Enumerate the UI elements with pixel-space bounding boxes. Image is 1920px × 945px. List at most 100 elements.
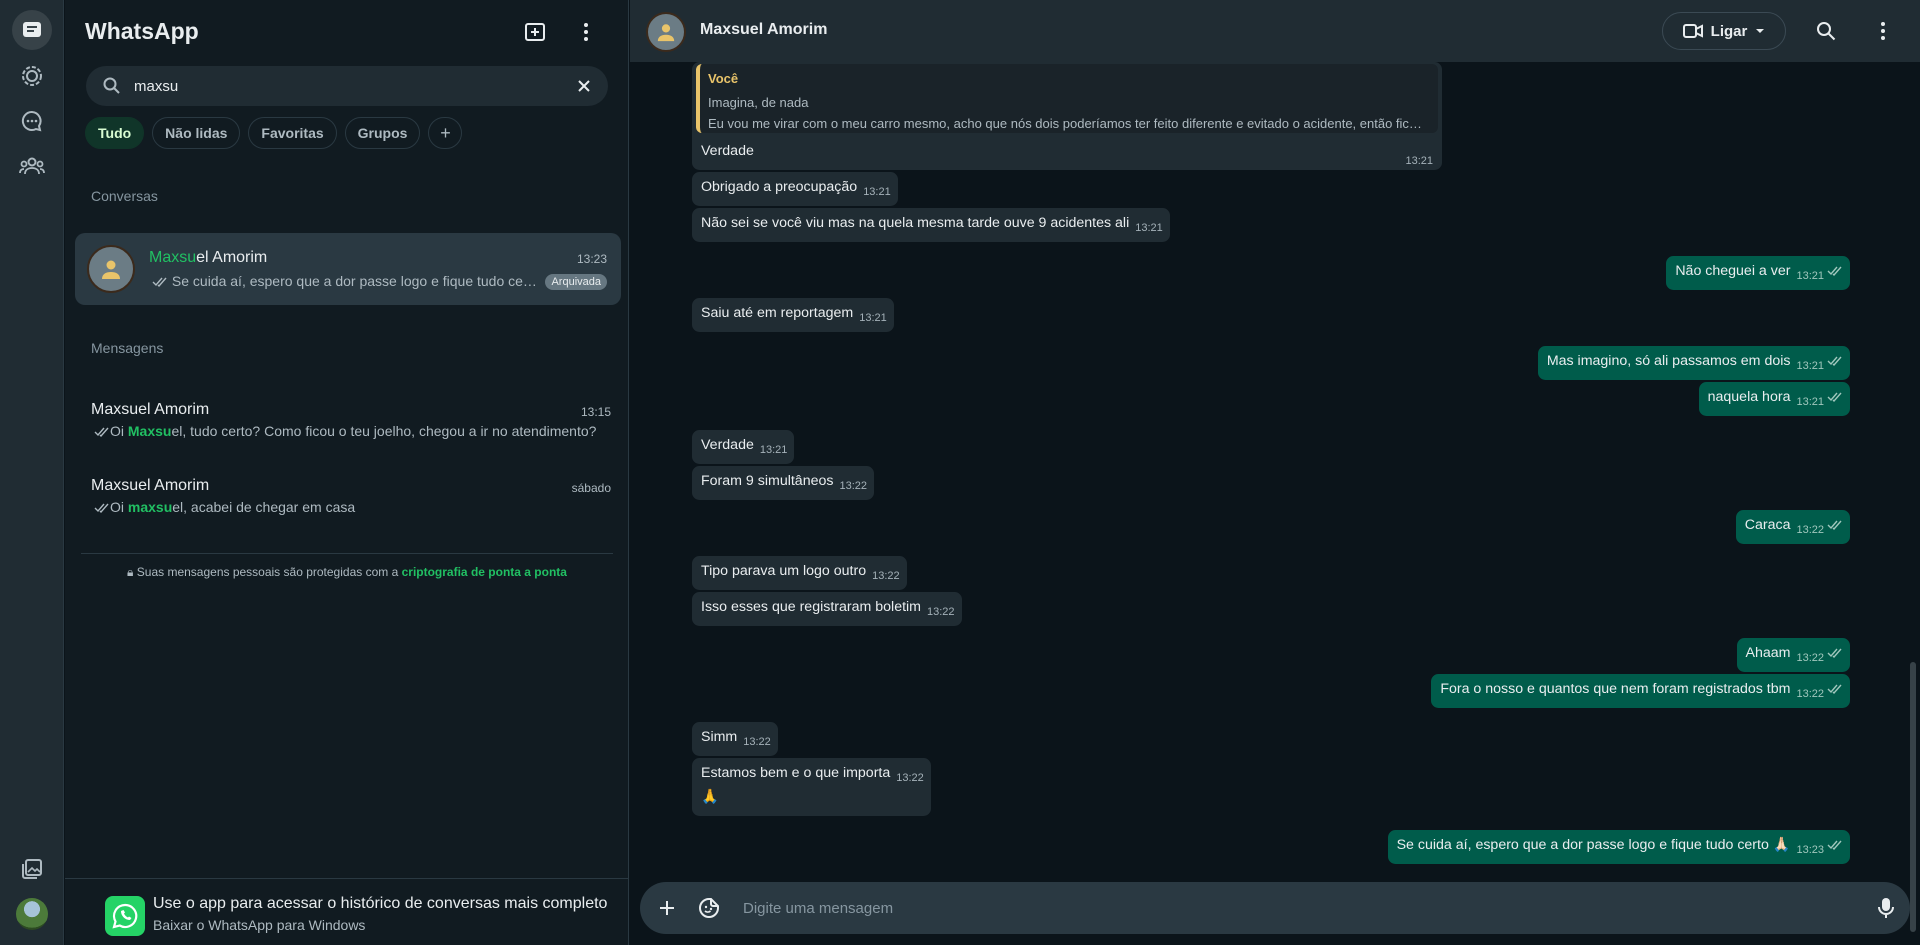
kebab-menu-icon [1881,22,1885,40]
message-result-name: Maxsuel Amorim [91,401,210,418]
message-bubble-in[interactable]: Isso esses que registraram boletim 13:22 [692,592,962,626]
search-input[interactable] [134,66,554,106]
double-check-icon [1827,648,1842,658]
chats-icon [23,22,41,37]
quoted-message[interactable]: Você Imagina, de nada Eu vou me virar co… [696,64,1438,133]
double-check-icon [94,427,109,437]
filter-chips: Tudo Não lidas Favoritas Grupos + [85,117,463,149]
message-time: 13:21 [1405,155,1433,167]
message-bubble-in[interactable]: Não sei se você viu mas na quela mesma t… [692,208,1170,242]
message-result[interactable]: Maxsuel Amorim 13:15 Oi Maxsuel, tudo ce… [91,401,611,457]
scrollbar[interactable] [1910,662,1916,932]
call-button[interactable]: Ligar [1662,12,1786,50]
windows-app-promo[interactable]: Use o app para acessar o histórico de co… [65,878,629,945]
message-bubble-in[interactable]: Tipo parava um logo outro 13:22 [692,556,907,590]
contact-name[interactable]: Maxsuel Amorim [700,21,827,39]
double-check-icon [1827,684,1842,694]
promo-title: Use o app para acessar o histórico de co… [153,895,608,912]
search-icon [1817,22,1836,41]
add-filter-button[interactable]: + [428,117,463,149]
message-bubble-out[interactable]: Não cheguei a ver 13:21 [1666,256,1850,290]
conversation-name: Maxsuel Amorim [149,249,268,266]
new-chat-icon [525,23,545,41]
conversation-item[interactable]: Maxsuel Amorim 13:23 Se cuida aí, espero… [75,233,621,305]
conversation-preview: Se cuida aí, espero que a dor passe logo… [149,273,539,290]
divider [81,553,613,554]
search-chat-button[interactable] [1813,18,1839,44]
kebab-menu-icon [584,23,588,41]
message-text: Verdade [701,143,754,159]
contact-avatar[interactable] [646,12,686,52]
gallery-icon [22,859,42,879]
chat-menu-button[interactable] [1870,18,1896,44]
double-check-icon [1827,392,1842,402]
plus-icon [660,901,674,915]
new-chat-button[interactable] [519,16,551,48]
chip-unread[interactable]: Não lidas [152,117,241,149]
sticker-button[interactable] [696,895,722,921]
quote-author: Você [708,71,739,86]
message-bubble-in[interactable]: Saiu até em reportagem 13:21 [692,298,894,332]
call-label: Ligar [1710,22,1748,40]
app-title: WhatsApp [85,18,199,44]
chat-header: Maxsuel Amorim Ligar [630,0,1920,62]
voice-button[interactable] [1873,895,1899,921]
whatsapp-logo-icon [105,896,145,936]
section-conversations: Conversas [91,188,158,204]
channels-nav-button[interactable] [12,101,52,141]
nav-rail [0,0,64,945]
media-nav-button[interactable] [12,849,52,889]
search-icon [103,77,120,94]
message-bubble-out[interactable]: Mas imagino, só ali passamos em dois 13:2… [1537,346,1850,380]
message-bubble-out[interactable]: Ahaam 13:22 [1736,638,1850,672]
status-nav-button[interactable] [12,56,52,96]
double-check-icon [152,277,167,287]
message-bubble-in[interactable]: Você Imagina, de nada Eu vou me virar co… [692,62,1442,170]
message-list: Você Imagina, de nada Eu vou me virar co… [630,62,1920,932]
message-bubble-in[interactable]: Obrigado a preocupação 13:21 [692,172,898,206]
message-input[interactable] [743,882,1743,934]
message-result-time: 13:15 [580,405,611,419]
message-bubble-in[interactable]: Simm 13:22 [692,722,778,756]
double-check-icon [1827,840,1842,850]
status-icon [22,66,42,86]
microphone-icon [1878,898,1894,918]
chats-nav-button[interactable] [12,10,52,50]
chip-favorites[interactable]: Favoritas [248,117,337,149]
communities-icon [19,157,45,175]
chip-all[interactable]: Tudo [85,117,145,149]
message-bubble-in[interactable]: Estamos bem e o que importa 13:22 🙏 [692,758,931,816]
profile-avatar[interactable] [16,898,48,930]
message-bubble-in[interactable]: Verdade 13:21 [692,430,795,464]
chat-panel: Maxsuel Amorim Ligar Você Imagina, de na… [630,0,1920,945]
double-check-icon [1827,266,1842,276]
sticker-icon [699,898,719,918]
archived-badge: Arquivada [545,274,607,290]
avatar [87,245,135,293]
message-bubble-out[interactable]: Fora o nosso e quantos que nem foram reg… [1431,674,1850,708]
message-bubble-out[interactable]: Caraca 13:22 [1735,510,1850,544]
quote-line-2: Eu vou me virar com o meu carro mesmo, a… [708,116,1422,131]
promo-subtitle: Baixar o WhatsApp para Windows [153,917,366,933]
close-icon[interactable] [574,76,594,96]
channels-icon [21,110,42,132]
conversation-time: 13:23 [576,252,607,266]
message-bubble-out[interactable]: naquela hora 13:21 [1698,382,1850,416]
message-result-time: sábado [571,481,611,495]
chip-groups[interactable]: Grupos [344,117,421,149]
quote-line-1: Imagina, de nada [708,95,809,110]
double-check-icon [1827,356,1842,366]
attach-button[interactable] [654,895,680,921]
message-result[interactable]: Maxsuel Amorim sábado Oi maxsuel, acabei… [91,477,611,533]
message-result-text: Oi maxsuel, acabei de chegar em casa [91,499,355,515]
message-bubble-in[interactable]: Foram 9 simultâneos 13:22 [692,466,874,500]
message-composer [640,882,1910,934]
section-messages: Mensagens [91,340,164,356]
double-check-icon [94,503,109,513]
search-bar [86,66,608,106]
communities-nav-button[interactable] [12,146,52,186]
menu-button[interactable] [570,16,602,48]
encryption-link[interactable]: criptografia de ponta a ponta [402,565,567,579]
person-icon [102,260,120,279]
message-bubble-out[interactable]: Se cuida aí, espero que a dor passe logo… [1387,830,1850,864]
